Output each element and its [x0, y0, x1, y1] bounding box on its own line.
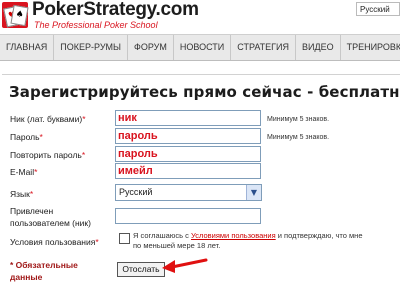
required-mark: *	[82, 114, 86, 124]
main-nav: ГЛАВНАЯ ПОКЕР-РУМЫ ФОРУМ НОВОСТИ СТРАТЕГ…	[0, 34, 400, 61]
referrer-input[interactable]	[115, 208, 261, 224]
email-label: E-Mail*	[10, 166, 37, 178]
nav-item-news[interactable]: НОВОСТИ	[174, 35, 232, 60]
terms-label: Условия пользования*	[10, 236, 99, 248]
submit-button[interactable]: Отослать	[117, 262, 165, 277]
nav-item-forum[interactable]: ФОРУМ	[128, 35, 174, 60]
required-mark: *	[39, 132, 43, 142]
terms-label-text: Условия пользования	[10, 237, 96, 247]
repeat-password-input[interactable]: пароль	[115, 146, 261, 162]
nick-input[interactable]: ник	[115, 110, 261, 126]
terms-prefix: Я соглашаюсь с	[133, 231, 192, 240]
repeat-password-label-text: Повторить пароль	[10, 150, 82, 160]
password-input[interactable]: пароль	[115, 128, 261, 144]
terms-suffix: и подтверждаю, что мне	[275, 231, 363, 240]
language-selector[interactable]: Русский	[356, 2, 400, 16]
site-header: ♥ ♠ PokerStrategy.com The Professional P…	[0, 0, 400, 34]
chevron-down-icon[interactable]: ▼	[246, 185, 261, 200]
nav-item-home[interactable]: ГЛАВНАЯ	[0, 35, 55, 60]
logo-tagline: The Professional Poker School	[34, 20, 158, 30]
referrer-label-line1: Привлечен	[10, 206, 54, 216]
referrer-label: Привлечен пользователем (ник)	[10, 205, 91, 229]
required-mark: *	[34, 167, 38, 177]
arrow-annotation-icon	[162, 258, 208, 273]
password-hint: Минимум 5 знаков.	[267, 134, 330, 141]
required-mark: *	[81, 150, 86, 160]
required-fields-note: * Обязательные данные	[10, 259, 78, 283]
referrer-label-line2: пользователем (ник)	[10, 218, 91, 228]
required-mark: *	[95, 237, 99, 247]
nick-hint: Минимум 5 знаков.	[267, 116, 330, 123]
spade-card-icon: ♠	[10, 4, 29, 27]
nav-item-training[interactable]: ТРЕНИРОВКИ	[341, 35, 400, 60]
language-label: Язык*	[10, 188, 33, 200]
nav-item-strategy[interactable]: СТРАТЕГИЯ	[231, 35, 296, 60]
password-label: Пароль*	[10, 131, 43, 143]
required-note-line2: данные	[10, 272, 43, 282]
password-label-text: Пароль	[10, 132, 40, 142]
logo-name[interactable]: PokerStrategy.com	[32, 0, 199, 21]
required-mark: *	[29, 189, 34, 199]
email-input[interactable]: имейл	[115, 163, 261, 179]
language-select[interactable]: Русский ▼	[115, 184, 262, 201]
repeat-password-label: Повторить пароль*	[10, 149, 85, 161]
logo-icon[interactable]: ♥ ♠	[2, 2, 29, 28]
nav-item-poker-rooms[interactable]: ПОКЕР-РУМЫ	[54, 35, 128, 60]
nick-label-text: Ник (лат. буквами)	[10, 114, 83, 124]
email-label-text: E-Mail	[10, 167, 35, 177]
language-select-value: Русский	[119, 187, 153, 197]
terms-age-line: по меньшей мере 18 лет.	[133, 241, 221, 250]
terms-agreement-text: Я соглашаюсь с Условиями пользования и п…	[133, 231, 400, 251]
language-label-text: Язык	[10, 189, 30, 199]
nav-item-video[interactable]: ВИДЕО	[296, 35, 341, 60]
nick-label: Ник (лат. буквами)*	[10, 113, 86, 125]
required-note-line1: * Обязательные	[10, 260, 78, 270]
page-title: Зарегистрируйтесь прямо сейчас - бесплат…	[9, 83, 400, 101]
terms-checkbox[interactable]	[119, 233, 130, 244]
terms-link[interactable]: Условиями пользования	[191, 231, 276, 240]
